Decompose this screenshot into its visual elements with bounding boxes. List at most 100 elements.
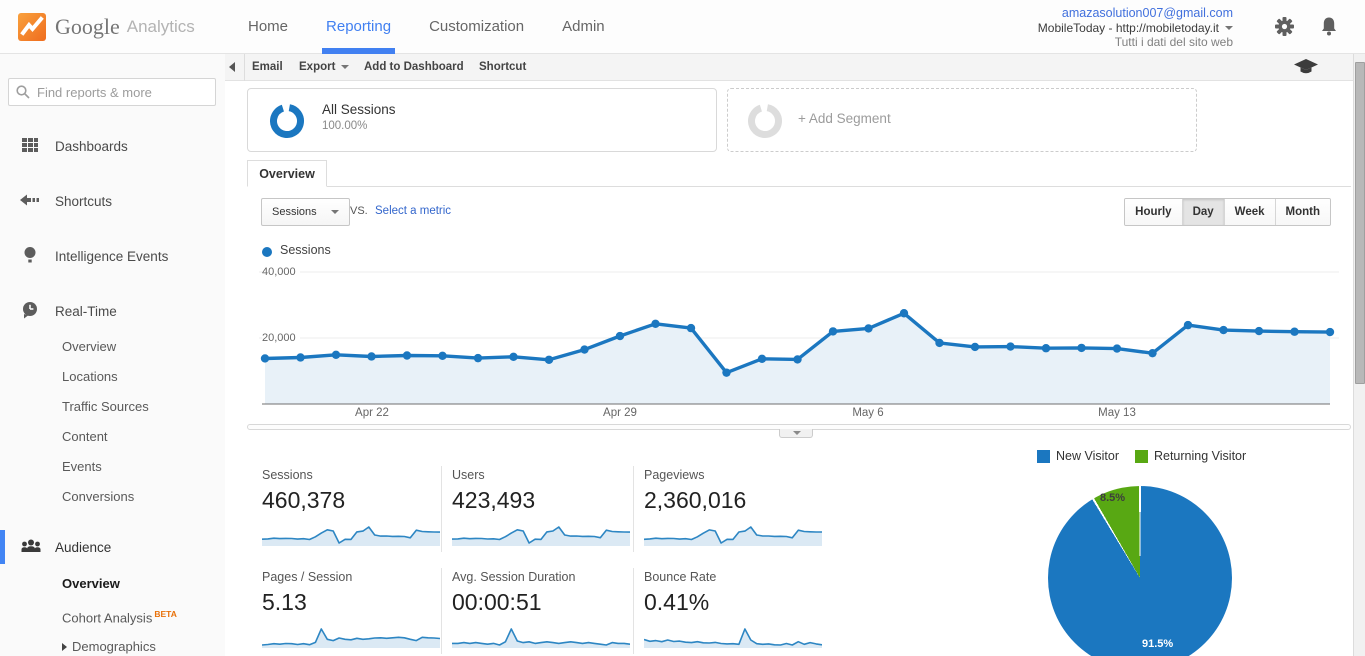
- sidebar-item-audience[interactable]: Audience: [0, 530, 225, 564]
- metric-pages-per-session[interactable]: Pages / Session 5.13: [262, 570, 442, 648]
- sidebar-item-demographics[interactable]: Demographics: [62, 633, 156, 656]
- caret-down-icon: [341, 65, 349, 69]
- intelligence-bulb-icon: [20, 246, 40, 267]
- sidebar-item-shortcuts[interactable]: Shortcuts: [0, 187, 225, 215]
- notifications-bell-icon[interactable]: [1319, 16, 1339, 38]
- settings-gear-icon[interactable]: [1274, 16, 1295, 37]
- education-cap-icon[interactable]: [1293, 58, 1319, 77]
- vertical-scrollbar-track[interactable]: [1353, 54, 1365, 656]
- toolbar-email[interactable]: Email: [252, 54, 283, 81]
- granularity-hourly-button[interactable]: Hourly: [1125, 199, 1181, 225]
- logo-analytics-text: Analytics: [127, 17, 195, 37]
- metric-users[interactable]: Users 423,493: [452, 468, 632, 546]
- legend-new-visitor[interactable]: New Visitor: [1037, 449, 1119, 463]
- y-axis-tick: 40,000: [262, 266, 300, 278]
- nav-reporting[interactable]: Reporting: [324, 0, 393, 54]
- legend-label: Returning Visitor: [1154, 449, 1246, 463]
- sessions-legend-dot: [262, 247, 272, 257]
- sidebar-item-label: Intelligence Events: [55, 249, 168, 264]
- search-icon: [15, 84, 31, 100]
- metric-label: Pages / Session: [262, 570, 442, 587]
- metric-bounce-rate[interactable]: Bounce Rate 0.41%: [644, 570, 824, 648]
- add-segment-button[interactable]: + Add Segment: [727, 88, 1197, 152]
- toolbar-export[interactable]: Export: [299, 54, 349, 81]
- beta-badge: BETA: [154, 609, 177, 619]
- nav-admin[interactable]: Admin: [560, 0, 607, 54]
- sidebar-item-label: Shortcuts: [55, 194, 112, 209]
- toolbar-shortcut[interactable]: Shortcut: [479, 54, 526, 81]
- sessions-sparkline: [262, 518, 440, 546]
- visitor-type-pie-chart[interactable]: [1048, 486, 1232, 656]
- sidebar-item-label: Audience: [55, 540, 111, 555]
- metric-selector-dropdown[interactable]: Sessions: [261, 198, 350, 226]
- metric-label: Bounce Rate: [644, 570, 824, 587]
- x-axis-tick: May 13: [1082, 407, 1152, 419]
- ga-logo[interactable]: Google Analytics: [18, 12, 195, 42]
- account-view: Tutti i dati del sito web: [1038, 35, 1233, 50]
- metric-label: Avg. Session Duration: [452, 570, 632, 587]
- new-visitor-swatch: [1037, 450, 1050, 463]
- nav-home[interactable]: Home: [246, 0, 290, 54]
- sidebar-item-realtime-overview[interactable]: Overview: [62, 333, 116, 361]
- real-time-clock-icon: [20, 301, 40, 322]
- sessions-line-chart[interactable]: [245, 264, 1353, 408]
- granularity-month-button[interactable]: Month: [1275, 199, 1330, 225]
- sidebar-item-audience-overview[interactable]: Overview: [62, 570, 120, 598]
- add-segment-label: + Add Segment: [798, 111, 891, 126]
- sidebar-item-realtime-events[interactable]: Events: [62, 453, 102, 481]
- tab-divider-line: [247, 186, 1351, 187]
- metric-avg-session-duration[interactable]: Avg. Session Duration 00:00:51: [452, 570, 632, 648]
- account-property-text: MobileToday - http://mobiletoday.it: [1038, 21, 1219, 35]
- legend-label: New Visitor: [1056, 449, 1119, 463]
- sidebar-item-dashboards[interactable]: Dashboards: [0, 132, 225, 160]
- segment-percent: 100.00%: [322, 120, 367, 132]
- vs-label: vs.: [350, 205, 368, 217]
- bounce-rate-sparkline: [644, 620, 822, 648]
- sidebar-item-real-time[interactable]: Real-Time: [0, 297, 225, 325]
- legend-returning-visitor[interactable]: Returning Visitor: [1135, 449, 1246, 463]
- metric-sessions[interactable]: Sessions 460,378: [262, 468, 442, 546]
- expand-triangle-icon: [62, 643, 67, 651]
- vertical-scrollbar-thumb[interactable]: [1355, 62, 1365, 384]
- account-email[interactable]: amazasolution007@gmail.com: [1038, 6, 1233, 21]
- segment-title: All Sessions: [322, 102, 396, 117]
- nav-customization[interactable]: Customization: [427, 0, 526, 54]
- select-a-metric-link[interactable]: Select a metric: [375, 205, 451, 217]
- dashboards-grid-icon: [20, 136, 40, 157]
- sidebar-item-realtime-content[interactable]: Content: [62, 423, 108, 451]
- empty-donut-icon: [746, 102, 784, 140]
- account-switcher[interactable]: amazasolution007@gmail.com MobileToday -…: [1038, 6, 1233, 50]
- toolbar-add-to-dashboard[interactable]: Add to Dashboard: [364, 54, 464, 81]
- account-property[interactable]: MobileToday - http://mobiletoday.it: [1038, 21, 1233, 36]
- pie-slice-label-new: 91.5%: [1142, 638, 1173, 650]
- granularity-day-button[interactable]: Day: [1182, 199, 1224, 225]
- segment-all-sessions[interactable]: All Sessions 100.00%: [247, 88, 717, 152]
- sidebar-collapse-button[interactable]: [229, 62, 235, 72]
- metric-pageviews[interactable]: Pageviews 2,360,016: [644, 468, 824, 546]
- caret-down-icon: [1225, 26, 1233, 30]
- caret-down-icon: [331, 210, 339, 214]
- metric-divider: [633, 466, 634, 552]
- sidebar-item-realtime-traffic-sources[interactable]: Traffic Sources: [62, 393, 149, 421]
- report-search: [8, 78, 216, 106]
- sidebar-item-cohort-analysis[interactable]: Cohort AnalysisBETA: [62, 600, 177, 628]
- sidebar-item-realtime-locations[interactable]: Locations: [62, 363, 118, 391]
- metric-value: 460,378: [262, 487, 442, 514]
- annotations-expand-button[interactable]: [779, 429, 813, 438]
- users-sparkline: [452, 518, 630, 546]
- returning-visitor-swatch: [1135, 450, 1148, 463]
- tab-overview[interactable]: Overview: [247, 160, 327, 187]
- search-input[interactable]: [8, 78, 216, 106]
- demographics-label: Demographics: [72, 639, 156, 654]
- pages-per-session-sparkline: [262, 620, 440, 648]
- avg-duration-sparkline: [452, 620, 630, 648]
- sidebar-item-realtime-conversions[interactable]: Conversions: [62, 483, 134, 511]
- sidebar-item-intelligence-events[interactable]: Intelligence Events: [0, 242, 225, 270]
- metric-label: Pageviews: [644, 468, 824, 485]
- pageviews-sparkline: [644, 518, 822, 546]
- report-toolbar: Email Export Add to Dashboard Shortcut: [225, 54, 1353, 81]
- granularity-week-button[interactable]: Week: [1224, 199, 1275, 225]
- sidebar: Dashboards Shortcuts Intelligence Events…: [0, 54, 225, 656]
- logo-google-text: Google: [55, 14, 120, 40]
- toolbar-export-label: Export: [299, 61, 335, 73]
